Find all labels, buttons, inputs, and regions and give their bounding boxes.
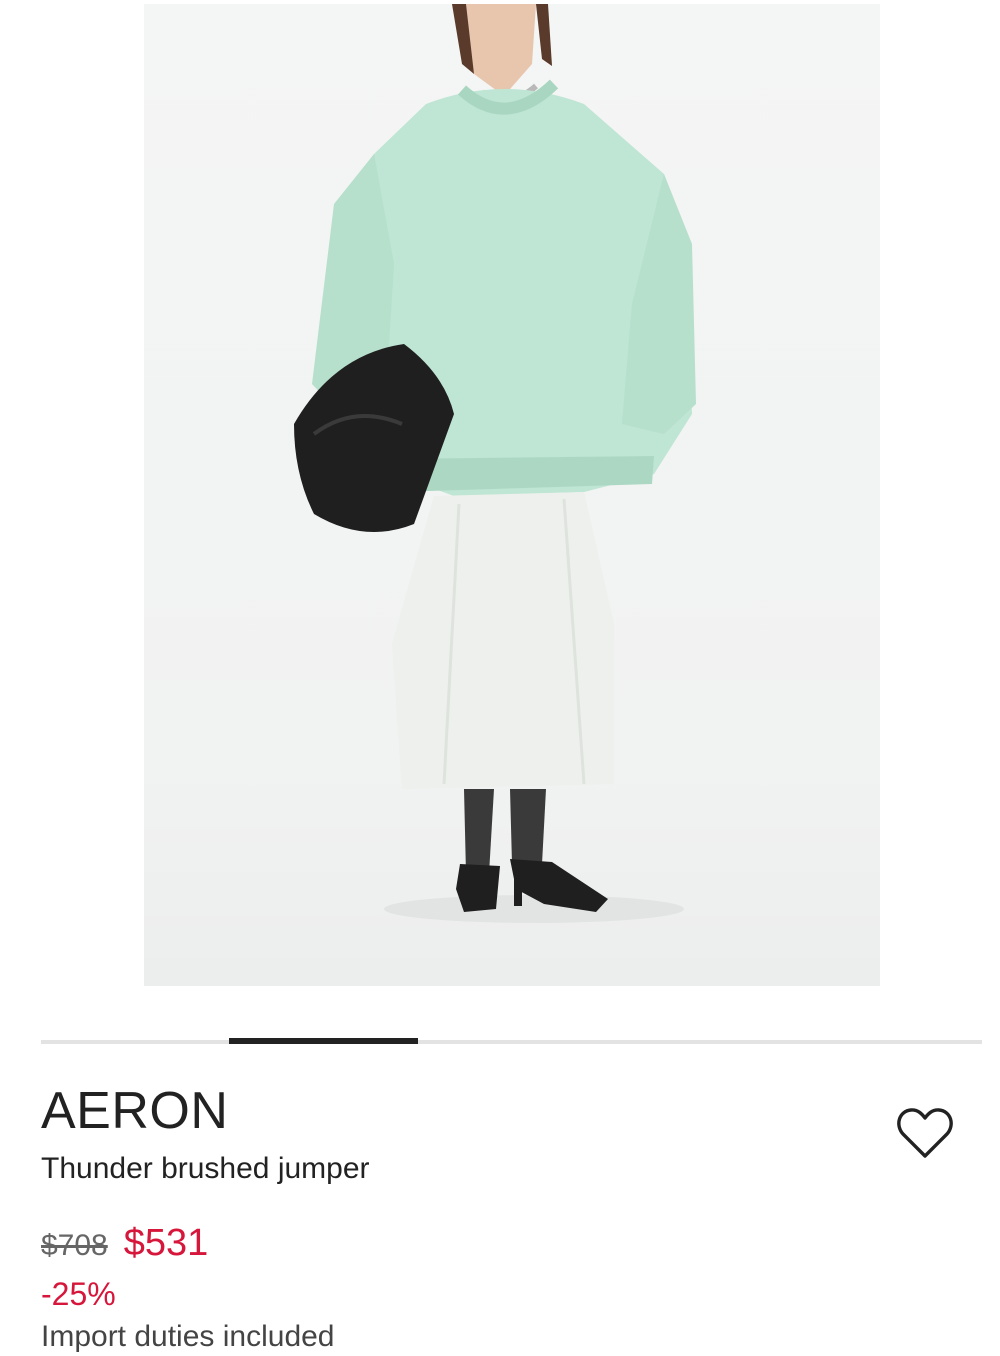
wishlist-button[interactable] (896, 1106, 954, 1160)
product-name: Thunder brushed jumper (41, 1152, 370, 1185)
heart-outline-icon (897, 1108, 953, 1158)
discount-badge: -25% (41, 1276, 116, 1312)
price-row: $708 $531 (41, 1222, 208, 1268)
brand-name[interactable]: AERON (41, 1081, 228, 1141)
sale-price: $531 (123, 1222, 209, 1264)
product-image[interactable] (144, 4, 880, 986)
gallery-progress-track[interactable] (41, 1040, 982, 1044)
gallery-progress-indicator (229, 1038, 418, 1044)
product-photo-illustration (294, 4, 696, 923)
import-duties-note: Import duties included (41, 1320, 335, 1353)
original-price: $708 (41, 1229, 108, 1262)
